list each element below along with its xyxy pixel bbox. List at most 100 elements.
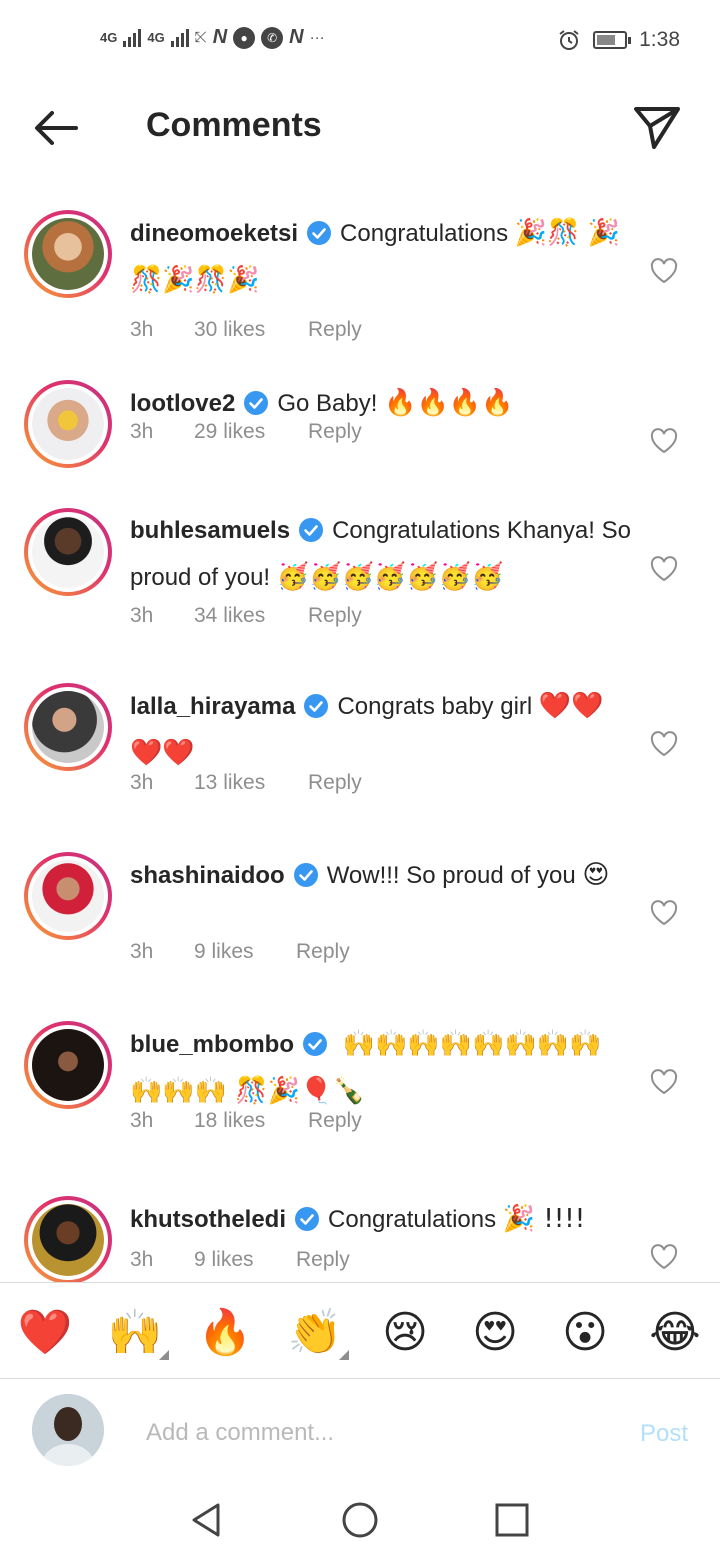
reaction-surprised[interactable]: 😮 xyxy=(555,1302,615,1362)
reply-button[interactable]: Reply xyxy=(296,1248,350,1272)
comment-meta: 3h 9 likes Reply xyxy=(130,1248,350,1272)
back-arrow-icon[interactable] xyxy=(28,104,84,152)
comment-username[interactable]: buhlesamuels xyxy=(130,517,290,544)
comment-username[interactable]: lalla_hirayama xyxy=(130,693,295,720)
current-user-avatar xyxy=(32,1394,104,1466)
comment-likes[interactable]: 34 likes xyxy=(194,604,308,628)
like-heart-icon[interactable] xyxy=(650,731,678,757)
network-type-2: 4G xyxy=(147,30,165,45)
comment-content: Congratulations xyxy=(328,1206,497,1233)
verified-badge-icon xyxy=(303,1032,328,1056)
comment-likes[interactable]: 9 likes xyxy=(194,940,296,964)
reaction-clap[interactable]: 👏 xyxy=(285,1302,349,1362)
verified-badge-icon xyxy=(295,1207,320,1231)
comment-username[interactable]: blue_mbombo xyxy=(130,1031,294,1058)
missed-call-icon: ⤪ xyxy=(194,29,207,46)
reply-button[interactable]: Reply xyxy=(308,318,362,342)
like-heart-icon[interactable] xyxy=(650,1069,678,1095)
comment-text: lalla_hirayama Congrats baby girl ❤️❤️❤️❤… xyxy=(130,683,635,777)
comment-likes[interactable]: 29 likes xyxy=(194,420,308,444)
avatar[interactable] xyxy=(24,380,112,468)
comment-meta: 3h 13 likes Reply xyxy=(130,771,362,795)
avatar[interactable] xyxy=(24,210,112,298)
reply-button[interactable]: Reply xyxy=(308,771,362,795)
avatar[interactable] xyxy=(24,852,112,940)
comment-time: 3h xyxy=(130,940,154,963)
divider xyxy=(0,1282,720,1283)
verified-badge-icon xyxy=(304,694,329,718)
comment-time: 3h xyxy=(130,318,154,341)
comment-text: dineomoeketsi Congratulations 🎉🎊 🎉🎊🎉🎊🎉 xyxy=(130,210,635,304)
reply-button[interactable]: Reply xyxy=(296,940,350,964)
comment-time: 3h xyxy=(130,604,154,627)
avatar[interactable] xyxy=(24,1196,112,1282)
comment-meta: 3h 34 likes Reply xyxy=(130,604,362,628)
reply-button[interactable]: Reply xyxy=(308,604,362,628)
comment-input[interactable] xyxy=(144,1410,608,1456)
more-notifications-icon: ··· xyxy=(309,29,325,46)
reaction-heart[interactable]: ❤️ xyxy=(15,1302,75,1362)
comment-username[interactable]: dineomoeketsi xyxy=(130,220,298,247)
comment-content: Go Baby! xyxy=(277,390,378,417)
comment-content: Congrats baby girl xyxy=(337,693,533,720)
post-button[interactable]: Post xyxy=(640,1420,688,1448)
reaction-raised-hands[interactable]: 🙌 xyxy=(105,1302,169,1362)
comment-meta: 3h 30 likes Reply xyxy=(130,318,362,342)
reply-button[interactable]: Reply xyxy=(308,420,362,444)
comment-text: khutsotheledi Congratulations 🎉 !!!! xyxy=(130,1196,635,1243)
comment-time: 3h xyxy=(130,1109,154,1132)
comment-username[interactable]: shashinaidoo xyxy=(130,862,285,889)
comments-list: dineomoeketsi Congratulations 🎉🎊 🎉🎊🎉🎊🎉 3h… xyxy=(0,190,720,1282)
verified-badge-icon xyxy=(299,518,324,542)
status-left: 4G 4G ⤪ N ● ✆ N ··· xyxy=(100,26,325,49)
header: Comments xyxy=(0,80,720,175)
like-heart-icon[interactable] xyxy=(650,556,678,582)
comment-likes[interactable]: 9 likes xyxy=(194,1248,296,1272)
system-nav-bar xyxy=(0,1480,720,1560)
nav-home-icon[interactable] xyxy=(340,1500,380,1540)
verified-badge-icon xyxy=(293,863,318,887)
skin-tone-indicator-icon xyxy=(159,1350,169,1360)
reaction-laughing[interactable]: 😂 xyxy=(645,1302,705,1362)
reply-button[interactable]: Reply xyxy=(308,1109,362,1133)
quick-reaction-bar: ❤️ 🙌 🔥 👏 😢 😍 😮 😂 xyxy=(0,1284,720,1378)
comment-content: Wow!!! So proud of you xyxy=(326,862,576,889)
comment-emojis: 🎉 !!!! xyxy=(502,1204,586,1234)
comment-emojis: 😍 xyxy=(582,860,610,890)
user-photo-icon xyxy=(32,1394,104,1466)
news-app-icon: N xyxy=(212,26,228,48)
like-heart-icon[interactable] xyxy=(650,1244,678,1270)
reaction-crying[interactable]: 😢 xyxy=(375,1302,435,1362)
reaction-heart-eyes[interactable]: 😍 xyxy=(465,1302,525,1362)
like-heart-icon[interactable] xyxy=(650,900,678,926)
comment-emojis: 🥳🥳🥳🥳🥳🥳🥳 xyxy=(276,562,504,592)
comment-likes[interactable]: 18 likes xyxy=(194,1109,308,1133)
avatar[interactable] xyxy=(24,508,112,596)
like-heart-icon[interactable] xyxy=(650,258,678,284)
avatar[interactable] xyxy=(24,1021,112,1109)
comment-username[interactable]: khutsotheledi xyxy=(130,1206,286,1233)
comment-meta: 3h 9 likes Reply xyxy=(130,940,350,964)
status-right: 1:38 xyxy=(557,28,680,52)
message-icon: ● xyxy=(233,26,256,49)
skin-tone-indicator-icon xyxy=(339,1350,349,1360)
nav-back-icon[interactable] xyxy=(186,1500,226,1540)
comment-likes[interactable]: 30 likes xyxy=(194,318,308,342)
comment-meta: 3h 29 likes Reply xyxy=(130,420,362,444)
alarm-icon xyxy=(559,30,579,50)
comment-likes[interactable]: 13 likes xyxy=(194,771,308,795)
comment-emojis: 🔥🔥🔥🔥 xyxy=(384,388,514,418)
whatsapp-icon: ✆ xyxy=(261,26,284,49)
like-heart-icon[interactable] xyxy=(650,428,678,454)
comment-content: Congratulations xyxy=(340,220,509,247)
comment-username[interactable]: lootlove2 xyxy=(130,390,235,417)
comment-time: 3h xyxy=(130,420,154,443)
avatar[interactable] xyxy=(24,683,112,771)
divider xyxy=(0,1378,720,1379)
reaction-fire[interactable]: 🔥 xyxy=(195,1302,255,1362)
direct-share-icon[interactable] xyxy=(632,102,682,152)
nav-recents-icon[interactable] xyxy=(492,1500,532,1540)
clap-icon: 👏 xyxy=(287,1307,343,1358)
raised-hands-icon: 🙌 xyxy=(107,1307,163,1358)
comment-text: buhlesamuels Congratulations Khanya! So p… xyxy=(130,508,635,601)
